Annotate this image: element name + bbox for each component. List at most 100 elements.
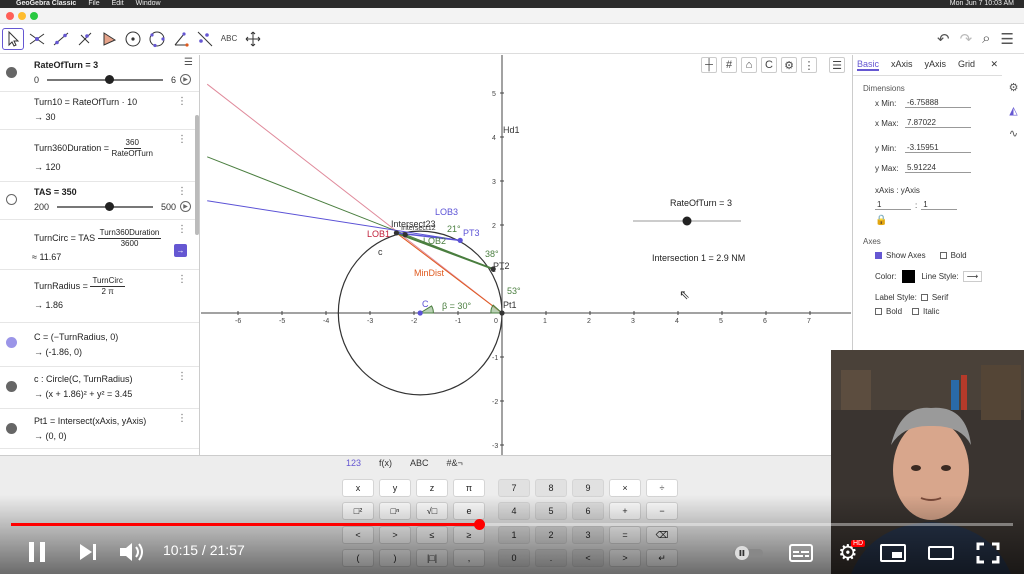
item-menu-icon[interactable]: ⋮ (177, 274, 187, 285)
volume-icon[interactable] (118, 540, 146, 564)
keyboard-tab-symbols[interactable]: #&¬ (447, 458, 463, 468)
algebra-item-turn360duration[interactable]: Turn360Duration = 360 RateOfTurn → 120 ⋮ (0, 130, 199, 182)
tab-grid[interactable]: Grid (958, 59, 975, 71)
point-on-object-tool-button[interactable] (26, 28, 48, 50)
undo-icon[interactable]: ↶ (937, 30, 950, 48)
settings-gear-icon[interactable]: ⚙ (781, 57, 797, 73)
menubar-clock[interactable]: Mon Jun 7 10:03 AM (950, 0, 1014, 8)
fullscreen-icon[interactable] (976, 542, 1000, 564)
home-icon[interactable]: ⌂ (741, 57, 757, 73)
close-window-icon[interactable] (6, 12, 14, 20)
miniplayer-icon[interactable] (880, 544, 906, 562)
graphics-view[interactable]: -6-5-4-3-2-10123456754321-1-2-3 ┼ # ⌂ C … (201, 55, 851, 455)
y-tick-label: -2 (492, 399, 498, 406)
algebra-item-circle-c[interactable]: c : Circle(C, TurnRadius) → (x + 1.86)² … (0, 367, 199, 409)
axes-toggle-icon[interactable]: ┼ (701, 57, 717, 73)
next-icon[interactable] (78, 542, 98, 562)
point-capture-icon[interactable]: C (761, 57, 777, 73)
menu-edit[interactable]: Edit (112, 0, 124, 8)
pause-icon[interactable] (26, 540, 48, 564)
progress-scrubber[interactable] (473, 519, 485, 530)
grid-toggle-icon[interactable]: # (721, 57, 737, 73)
ymin-input[interactable]: -3.15951 (905, 143, 971, 153)
perpendicular-tool-button[interactable] (74, 28, 96, 50)
app-menu-name[interactable]: GeoGebra Classic (16, 0, 76, 8)
bold-checkbox[interactable] (939, 252, 947, 259)
algebra-item-turncirc[interactable]: TurnCirc = TAS Turn360Duration 3600 ≈ 11.… (0, 220, 199, 270)
slider-track[interactable] (47, 74, 163, 84)
bold2-checkbox[interactable] (875, 308, 882, 315)
move-tool-button[interactable] (2, 27, 24, 50)
slider-knob[interactable] (105, 201, 114, 211)
lock-ratio-icon[interactable]: 🔒 (853, 215, 1002, 231)
item-menu-icon[interactable]: ⋮ (177, 134, 187, 145)
search-icon[interactable]: ⌕ (982, 30, 990, 48)
italic-checkbox[interactable] (912, 308, 920, 315)
xmin-input[interactable]: -6.75888 (905, 98, 971, 108)
algebra-item-c-point[interactable]: C = (−TurnRadius, 0) → (-1.86, 0) (0, 323, 199, 367)
keyboard-tab-letters[interactable]: ABC (410, 458, 429, 468)
algebra-item-tas[interactable]: TAS = 350 200 500 ▶ ⋮ (0, 182, 199, 220)
item-menu-icon[interactable]: ⋮ (177, 413, 187, 424)
slider-track[interactable] (57, 201, 153, 211)
tab-yaxis[interactable]: yAxis (925, 59, 947, 71)
play-icon[interactable]: ▶ (180, 74, 191, 85)
ratio-x-input[interactable]: 1 (875, 200, 911, 210)
serif-checkbox[interactable] (920, 294, 928, 301)
hamburger-menu-icon[interactable]: ☰ (1001, 30, 1014, 48)
tab-basic[interactable]: Basic (857, 59, 880, 71)
play-icon[interactable]: ▶ (180, 201, 191, 212)
tas-slider[interactable]: 200 500 ▶ (34, 199, 199, 215)
reflect-tool-button[interactable] (194, 28, 216, 50)
menu-window[interactable]: Window (136, 0, 161, 8)
ymax-input[interactable]: 5.91224 (905, 163, 971, 173)
algebra-item-rateofturn[interactable]: RateOfTurn = 3 0 6 ▶ (0, 55, 199, 92)
item-menu-icon[interactable]: ⋮ (177, 224, 187, 235)
algebra-item-pt1[interactable]: Pt1 = Intersect(xAxis, yAxis) → (0, 0) ⋮ (0, 409, 199, 449)
item-menu-icon[interactable]: ⋮ (177, 96, 187, 107)
circle-three-points-tool-button[interactable] (146, 28, 168, 50)
video-progress-bar[interactable] (11, 519, 1013, 530)
rateofturn-slider[interactable]: 0 6 ▶ (34, 72, 199, 88)
autoplay-toggle-icon[interactable] (733, 546, 765, 560)
angle-tool-button[interactable] (170, 28, 192, 50)
algebra-scrollbar[interactable] (195, 115, 199, 235)
more-options-icon[interactable]: ⋮ (801, 57, 817, 73)
subtitles-icon[interactable] (789, 544, 813, 562)
algebra-item-turn10[interactable]: Turn10 = RateOfTurn · 10 → 30 ⋮ (0, 92, 199, 130)
convert-output-icon[interactable]: → (174, 244, 187, 257)
line-style-dropdown[interactable]: ⟶ (962, 271, 983, 282)
circle-tool-button[interactable] (122, 28, 144, 50)
point-style-icon[interactable]: ◭ (1009, 104, 1017, 117)
theater-mode-icon[interactable] (928, 544, 954, 562)
minimize-window-icon[interactable] (18, 12, 26, 20)
visibility-toggle-icon[interactable] (6, 381, 17, 392)
style-bar-toggle-icon[interactable]: ☰ (829, 57, 845, 73)
redo-icon[interactable]: ↷ (960, 30, 973, 48)
item-menu-icon[interactable]: ⋮ (177, 371, 187, 382)
polygon-tool-button[interactable] (98, 28, 120, 50)
ratio-y-input[interactable]: 1 (921, 200, 958, 210)
visibility-toggle-icon[interactable] (6, 423, 17, 434)
xmax-input[interactable]: 7.87022 (905, 118, 971, 128)
show-axes-checkbox[interactable] (875, 252, 882, 259)
visibility-toggle-icon[interactable] (6, 67, 17, 78)
line-tool-button[interactable] (50, 28, 72, 50)
visibility-toggle-icon[interactable] (6, 194, 17, 205)
menu-file[interactable]: File (88, 0, 99, 8)
slider-knob[interactable] (105, 74, 114, 84)
keyboard-tab-functions[interactable]: f(x) (379, 458, 392, 468)
text-tool-button[interactable]: ABC (218, 28, 240, 50)
visibility-toggle-icon[interactable] (6, 337, 17, 348)
axes-color-swatch[interactable] (902, 270, 916, 283)
settings-gear-icon[interactable]: ⚙ (1009, 81, 1019, 94)
item-menu-icon[interactable]: ⋮ (177, 186, 187, 197)
move-graphics-tool-button[interactable] (242, 28, 264, 50)
function-icon[interactable]: ∿ (1009, 127, 1018, 140)
tab-xaxis[interactable]: xAxis (891, 59, 913, 71)
keyboard-tab-numbers[interactable]: 123 (346, 458, 361, 468)
close-panel-icon[interactable]: ✕ (990, 59, 998, 71)
graphics-canvas[interactable]: -6-5-4-3-2-10123456754321-1-2-3 (201, 55, 851, 455)
zoom-window-icon[interactable] (30, 12, 38, 20)
algebra-item-turnradius[interactable]: TurnRadius = TurnCirc 2 π → 1.86 ⋮ (0, 270, 199, 323)
